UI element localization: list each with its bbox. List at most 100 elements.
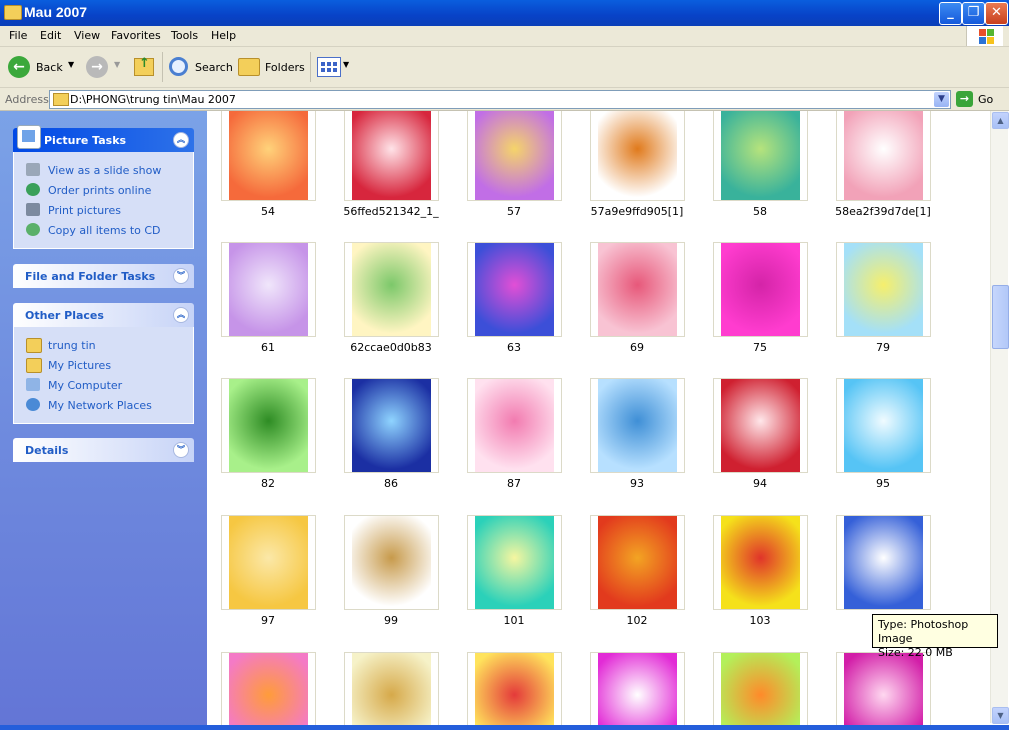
menu-help[interactable]: Help <box>211 29 236 42</box>
task-print-pictures[interactable]: Print pictures <box>14 200 193 220</box>
address-dropdown-icon[interactable]: ▼ <box>934 92 949 107</box>
folders-button[interactable]: Folders <box>238 55 305 79</box>
back-dropdown-icon[interactable]: ▼ <box>68 60 74 69</box>
search-button[interactable]: Search <box>167 55 233 79</box>
thumbnail[interactable] <box>713 242 808 337</box>
thumbnail[interactable] <box>836 242 931 337</box>
file-name-label[interactable]: 86 <box>321 477 461 490</box>
thumbnail[interactable] <box>467 515 562 610</box>
file-name-label[interactable]: 82 <box>208 477 338 490</box>
thumbnail[interactable] <box>836 515 931 610</box>
place-my-computer[interactable]: My Computer <box>14 375 193 395</box>
thumbnail[interactable] <box>467 378 562 473</box>
menu-edit[interactable]: Edit <box>40 29 61 42</box>
file-name-label[interactable]: 102 <box>567 614 707 627</box>
scroll-down-icon[interactable]: ▼ <box>992 707 1009 724</box>
collapse-chevron-icon[interactable]: ︽ <box>173 132 189 148</box>
file-name-label[interactable]: 57a9e9ffd905[1] <box>567 205 707 218</box>
thumbnail[interactable] <box>836 111 931 201</box>
up-folder-button[interactable]: ↑ <box>134 55 156 79</box>
forward-button[interactable]: → ▼ <box>86 55 122 79</box>
file-name-label[interactable]: 61 <box>208 341 338 354</box>
minimize-button[interactable]: _ <box>939 2 962 25</box>
place-trung-tin[interactable]: trung tin <box>14 335 193 355</box>
close-button[interactable]: ✕ <box>985 2 1008 25</box>
place-my-pictures[interactable]: My Pictures <box>14 355 193 375</box>
go-button[interactable]: Go <box>978 93 993 106</box>
restore-button[interactable]: ❐ <box>962 2 985 25</box>
thumbnail[interactable] <box>713 378 808 473</box>
file-folder-tasks-header[interactable]: File and Folder Tasks ︾ <box>13 264 194 288</box>
thumbnail[interactable] <box>590 515 685 610</box>
file-name-label[interactable]: 54 <box>208 205 338 218</box>
expand-chevron-icon[interactable]: ︾ <box>173 268 189 284</box>
thumbnail[interactable] <box>836 652 931 730</box>
thumbnail[interactable] <box>590 378 685 473</box>
task-slide-show[interactable]: View as a slide show <box>14 160 193 180</box>
file-name-label[interactable]: 93 <box>567 477 707 490</box>
thumbnail[interactable] <box>344 242 439 337</box>
place-label: My Pictures <box>48 359 112 372</box>
details-header[interactable]: Details ︾ <box>13 438 194 462</box>
file-name-label[interactable]: 58 <box>690 205 830 218</box>
address-input[interactable]: D:\PHONG\trung tin\Mau 2007 ▼ <box>49 90 951 109</box>
file-name-label[interactable]: 94 <box>690 477 830 490</box>
thumbnail[interactable] <box>590 242 685 337</box>
menu-file[interactable]: File <box>9 29 27 42</box>
file-name-label[interactable]: 63 <box>444 341 584 354</box>
thumbnail[interactable] <box>221 378 316 473</box>
file-name-label[interactable]: 56ffed521342_1_ <box>321 205 461 218</box>
other-places-header[interactable]: Other Places ︽ <box>13 303 194 327</box>
menu-view[interactable]: View <box>74 29 100 42</box>
collapse-chevron-icon[interactable]: ︽ <box>173 307 189 323</box>
file-name-label[interactable]: 103 <box>690 614 830 627</box>
thumbnail[interactable] <box>713 111 808 201</box>
file-name-label[interactable]: 69 <box>567 341 707 354</box>
thumbnail[interactable] <box>221 652 316 730</box>
picture-tasks-header[interactable]: Picture Tasks ︽ <box>13 125 194 152</box>
scroll-thumb[interactable] <box>992 285 1009 349</box>
thumbnail[interactable] <box>590 111 685 201</box>
menu-favorites[interactable]: Favorites <box>111 29 161 42</box>
thumbnail[interactable] <box>467 111 562 201</box>
task-copy-to-cd[interactable]: Copy all items to CD <box>14 220 193 240</box>
scroll-up-icon[interactable]: ▲ <box>992 112 1009 129</box>
file-name-label[interactable]: 97 <box>208 614 338 627</box>
folder-icon <box>26 338 42 353</box>
expand-chevron-icon[interactable]: ︾ <box>173 442 189 458</box>
thumbnail[interactable] <box>344 515 439 610</box>
thumbnail-image <box>844 243 923 336</box>
menu-tools[interactable]: Tools <box>171 29 198 42</box>
back-button[interactable]: ← Back ▼ <box>8 55 78 79</box>
thumbnail[interactable] <box>467 242 562 337</box>
file-name-label[interactable]: 75 <box>690 341 830 354</box>
file-name-label[interactable]: 99 <box>321 614 461 627</box>
thumbnail[interactable] <box>344 652 439 730</box>
views-button[interactable]: ▼ <box>317 55 351 79</box>
file-name-label[interactable]: 79 <box>813 341 953 354</box>
thumbnail[interactable] <box>344 378 439 473</box>
thumbnail[interactable] <box>836 378 931 473</box>
file-name-label[interactable]: 57 <box>444 205 584 218</box>
thumbnail[interactable] <box>221 242 316 337</box>
task-order-prints[interactable]: Order prints online <box>14 180 193 200</box>
thumbnail[interactable] <box>221 111 316 201</box>
place-my-network[interactable]: My Network Places <box>14 395 193 415</box>
views-dropdown-icon[interactable]: ▼ <box>343 60 349 69</box>
computer-icon <box>26 378 40 391</box>
forward-dropdown-icon[interactable]: ▼ <box>114 60 120 69</box>
thumbnail[interactable] <box>344 111 439 201</box>
thumbnail[interactable] <box>713 652 808 730</box>
thumbnail-image <box>229 111 308 200</box>
go-arrow-icon[interactable]: → <box>956 91 973 107</box>
file-name-label[interactable]: 58ea2f39d7de[1] <box>813 205 953 218</box>
thumbnail[interactable] <box>713 515 808 610</box>
thumbnail-image <box>844 379 923 472</box>
thumbnail[interactable] <box>590 652 685 730</box>
thumbnail[interactable] <box>467 652 562 730</box>
file-name-label[interactable]: 62ccae0d0b83 <box>321 341 461 354</box>
thumbnail[interactable] <box>221 515 316 610</box>
file-name-label[interactable]: 101 <box>444 614 584 627</box>
file-name-label[interactable]: 87 <box>444 477 584 490</box>
file-name-label[interactable]: 95 <box>813 477 953 490</box>
